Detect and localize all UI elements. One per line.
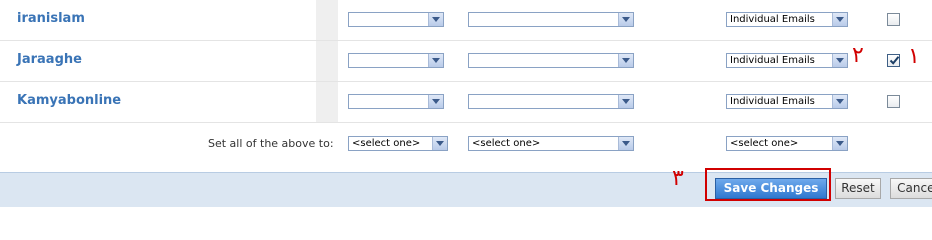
group-settings-panel: iranislam Individual Emails Jaraaghe Ind… <box>0 0 932 207</box>
dropdown-arrow-icon <box>428 54 443 67</box>
dropdown-arrow-icon <box>618 54 633 67</box>
row2-delivery-select[interactable]: Individual Emails <box>726 53 848 68</box>
annotation-number-three: ٣ <box>672 166 684 191</box>
dropdown-arrow-icon <box>428 95 443 108</box>
row-divider <box>0 81 932 82</box>
set-all-select-2-value: <select one> <box>472 138 541 149</box>
row3-delivery-value: Individual Emails <box>730 96 815 107</box>
annotation-highlight-box <box>705 168 831 201</box>
row2-select-1[interactable] <box>348 53 444 68</box>
group-name-jaraaghe[interactable]: Jaraaghe <box>17 52 82 67</box>
dropdown-arrow-icon <box>832 137 847 150</box>
row3-select-1[interactable] <box>348 94 444 109</box>
checkmark-icon <box>889 56 900 65</box>
dropdown-arrow-icon <box>832 95 847 108</box>
row2-select-2[interactable] <box>468 53 634 68</box>
group-name-kamyabonline[interactable]: Kamyabonline <box>17 93 121 108</box>
reset-button[interactable]: Reset <box>835 178 881 199</box>
set-all-select-1[interactable]: <select one> <box>348 136 448 151</box>
row1-select-1[interactable] <box>348 12 444 27</box>
dropdown-arrow-icon <box>432 137 447 150</box>
row2-delivery-value: Individual Emails <box>730 55 815 66</box>
dropdown-arrow-icon <box>618 95 633 108</box>
row-divider <box>0 122 932 123</box>
row3-delivery-select[interactable]: Individual Emails <box>726 94 848 109</box>
dropdown-arrow-icon <box>618 137 633 150</box>
column-separator <box>316 0 338 123</box>
row2-checkbox[interactable] <box>887 54 900 67</box>
set-all-select-3[interactable]: <select one> <box>726 136 848 151</box>
dropdown-arrow-icon <box>832 13 847 26</box>
set-all-label: Set all of the above to: <box>208 137 334 150</box>
set-all-select-3-value: <select one> <box>730 138 799 149</box>
row1-select-2[interactable] <box>468 12 634 27</box>
row1-delivery-select[interactable]: Individual Emails <box>726 12 848 27</box>
annotation-number-two: ٢ <box>852 43 864 68</box>
dropdown-arrow-icon <box>618 13 633 26</box>
row1-delivery-value: Individual Emails <box>730 14 815 25</box>
row1-checkbox[interactable] <box>887 13 900 26</box>
group-name-iranislam[interactable]: iranislam <box>17 11 85 26</box>
set-all-select-1-value: <select one> <box>352 138 421 149</box>
annotation-number-one: ١ <box>908 44 920 69</box>
dropdown-arrow-icon <box>428 13 443 26</box>
cancel-button[interactable]: Cancel <box>890 178 932 199</box>
row3-select-2[interactable] <box>468 94 634 109</box>
dropdown-arrow-icon <box>832 54 847 67</box>
set-all-select-2[interactable]: <select one> <box>468 136 634 151</box>
row-divider <box>0 40 932 41</box>
row3-checkbox[interactable] <box>887 95 900 108</box>
